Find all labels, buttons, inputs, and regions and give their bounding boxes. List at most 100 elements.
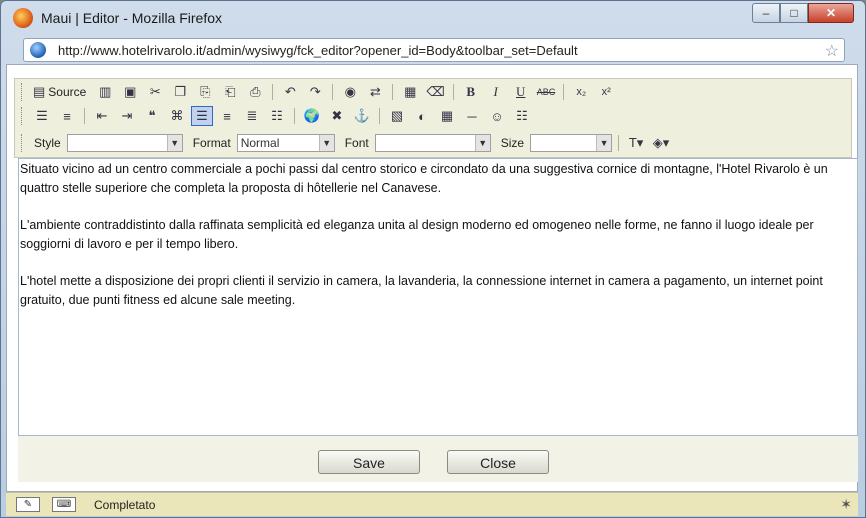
toolbar-separator [272, 84, 274, 100]
paste-text-button[interactable]: ⎗ [219, 82, 241, 102]
source-button[interactable]: ▤ Source [31, 82, 91, 102]
editor-content[interactable]: Situato vicino ad un centro commerciale … [20, 160, 856, 435]
save-button[interactable]: Save [318, 450, 420, 474]
table-icon: ▦ [440, 108, 454, 123]
subscript-icon: x₂ [576, 86, 587, 98]
subscript-button[interactable]: x₂ [570, 82, 592, 102]
font-label: Font [344, 136, 369, 150]
style-select[interactable]: ▼ [66, 134, 183, 152]
special-char-button[interactable]: ☷ [511, 106, 533, 126]
size-select[interactable]: ▼ [530, 134, 613, 152]
replace-button[interactable]: ⇄ [364, 82, 386, 102]
paste-word-button[interactable]: ⎙ [244, 82, 266, 102]
strikethrough-button[interactable]: ABC [535, 82, 558, 102]
anchor-button[interactable]: ⚓ [351, 106, 373, 126]
redo-button[interactable]: ↷ [304, 82, 326, 102]
horizontal-rule-icon: ─ [467, 108, 477, 124]
style-label: Style [34, 136, 61, 150]
toolbar-separator [563, 84, 565, 100]
doc-props-button[interactable]: ▥ [94, 82, 116, 102]
numbered-list-button[interactable]: ☰ [31, 106, 53, 126]
justify-button[interactable]: ☷ [266, 106, 288, 126]
link-button[interactable]: 🌍 [301, 106, 323, 126]
underline-button[interactable]: U [510, 82, 532, 102]
editor-paragraph[interactable]: L'ambiente contraddistinto dalla raffina… [20, 216, 856, 254]
toolbar-row-1: ▤ Source ▥ ▣ ✂ ❐ ⎘ ⎗ ⎙ ↶ ↷ ◉ ⇄ ▦ ⌫ B I U … [21, 80, 617, 104]
italic-icon: I [493, 84, 498, 99]
url-bar[interactable]: http://www.hotelrivarolo.it/admin/wysiwy… [23, 38, 845, 62]
paste-button[interactable]: ⎘ [194, 82, 216, 102]
close-button[interactable]: Close [447, 450, 549, 474]
table-button[interactable]: ▦ [436, 106, 458, 126]
div-button[interactable]: ⌘ [166, 106, 188, 126]
unlink-button[interactable]: ✖ [326, 106, 348, 126]
toolbar-row-3: Style ▼ Format Normal ▼ Font ▼ Size ▼ T▾ … [21, 131, 672, 155]
preview-button[interactable]: ▣ [119, 82, 141, 102]
chevron-down-icon: ▼ [596, 135, 612, 151]
copy-button[interactable]: ❐ [169, 82, 191, 102]
status-text: Completato [94, 498, 156, 512]
superscript-button[interactable]: x² [595, 82, 617, 102]
format-select[interactable]: Normal ▼ [236, 134, 335, 152]
align-right-button[interactable]: ≣ [241, 106, 263, 126]
bold-button[interactable]: B [460, 82, 482, 102]
toolbar-separator [294, 108, 295, 124]
toolbar-separator [452, 84, 454, 100]
align-left-button[interactable]: ☰ [191, 106, 213, 126]
flash-icon: ◐ [418, 108, 426, 124]
editor-paragraph[interactable]: Situato vicino ad un centro commerciale … [20, 160, 856, 198]
cut-button[interactable]: ✂ [144, 82, 166, 102]
find-button[interactable]: ◉ [339, 82, 361, 102]
dialog-button-area [18, 436, 858, 482]
site-identity-icon[interactable] [30, 42, 46, 58]
indent-button[interactable]: ⇥ [116, 106, 138, 126]
toolbar-separator [332, 84, 334, 100]
undo-button[interactable]: ↶ [279, 82, 301, 102]
bookmark-star-icon[interactable]: ☆ [825, 41, 839, 61]
format-label: Format [192, 136, 231, 150]
resize-grip-icon[interactable]: ✶ [840, 496, 852, 513]
outdent-button[interactable]: ⇤ [91, 106, 113, 126]
editor-paragraph[interactable]: L'hotel mette a disposizione dei propri … [20, 272, 856, 310]
font-select[interactable]: ▼ [374, 134, 491, 152]
minimize-button[interactable]: ‒ [752, 3, 780, 23]
smiley-icon: ☺ [490, 108, 504, 124]
numbered-list-icon: ☰ [36, 108, 48, 123]
select-all-button[interactable]: ▦ [399, 82, 421, 102]
blockquote-button[interactable]: ❝ [141, 106, 163, 126]
paste-text-icon: ⎗ [225, 84, 236, 99]
redo-icon: ↷ [309, 84, 321, 99]
maximize-button[interactable]: □ [780, 3, 808, 23]
link-icon: 🌍 [303, 108, 321, 123]
image-button[interactable]: ▧ [386, 106, 408, 126]
maximize-icon: □ [790, 6, 798, 20]
copy-icon: ❐ [174, 84, 187, 99]
flash-button[interactable]: ◐ [411, 106, 433, 126]
text-color-icon: T▾ [628, 135, 644, 150]
firefox-icon [13, 8, 33, 28]
background-color-button[interactable]: ◈▾ [650, 133, 672, 153]
keyboard-icon[interactable]: ⌨ [52, 497, 76, 512]
italic-button[interactable]: I [485, 82, 507, 102]
background-color-icon: ◈▾ [652, 135, 670, 150]
horizontal-rule-button[interactable]: ─ [461, 106, 483, 126]
bold-icon: B [466, 84, 476, 99]
toolbar-grip [21, 134, 25, 152]
superscript-icon: x² [601, 86, 611, 98]
editor-toolbar: ▤ Source ▥ ▣ ✂ ❐ ⎘ ⎗ ⎙ ↶ ↷ ◉ ⇄ ▦ ⌫ B I U … [14, 78, 852, 158]
binoculars-icon: ◉ [344, 84, 356, 99]
smiley-button[interactable]: ☺ [486, 106, 508, 126]
remove-format-button[interactable]: ⌫ [424, 82, 446, 102]
window-title: Maui | Editor - Mozilla Firefox [41, 10, 223, 26]
pen-icon[interactable]: ✎ [16, 497, 40, 512]
text-color-button[interactable]: T▾ [625, 133, 647, 153]
chevron-down-icon: ▼ [318, 135, 334, 151]
url-text[interactable]: http://www.hotelrivarolo.it/admin/wysiwy… [58, 43, 578, 58]
div-icon: ⌘ [170, 108, 184, 123]
close-icon: ✕ [825, 6, 837, 20]
toolbar-grip [21, 83, 25, 101]
bulleted-list-button[interactable]: ≡ [56, 106, 78, 126]
close-window-button[interactable]: ✕ [808, 3, 854, 23]
align-center-button[interactable]: ≡ [216, 106, 238, 126]
chevron-down-icon: ▼ [474, 135, 490, 151]
